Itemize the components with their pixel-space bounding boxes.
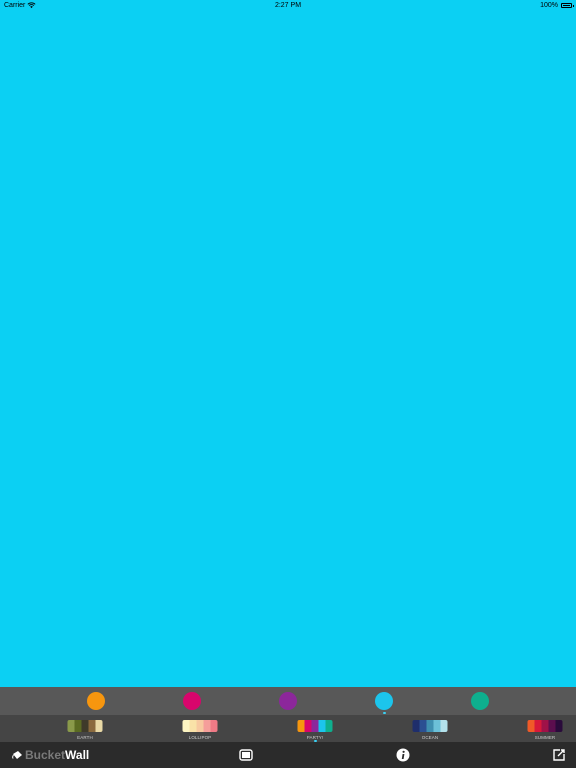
info-icon[interactable]	[395, 747, 411, 763]
preview-device-icon[interactable]	[238, 747, 254, 763]
palette-ocean[interactable]: OCEAN	[400, 715, 460, 742]
palette-picker-row: EARTH LOLLIPOP PARTY! OCEAN SUMMER	[0, 715, 576, 742]
palette-party[interactable]: PARTY!	[285, 715, 345, 742]
color-swatch-orange[interactable]	[87, 692, 105, 710]
wallpaper-canvas[interactable]	[0, 0, 576, 768]
palette-label: SUMMER	[534, 735, 556, 740]
palette-summer[interactable]: SUMMER	[515, 715, 575, 742]
palette-label: OCEAN	[421, 735, 439, 740]
bottom-toolbar: Bucket Wall	[0, 742, 576, 768]
palette-strip	[67, 720, 103, 732]
battery-icon	[561, 3, 574, 8]
color-swatch-magenta[interactable]	[183, 692, 201, 710]
palette-earth[interactable]: EARTH	[55, 715, 115, 742]
palette-label: EARTH	[77, 735, 93, 740]
share-icon[interactable]	[551, 747, 567, 763]
app-logo: Bucket Wall	[12, 748, 89, 762]
palette-strip	[182, 720, 218, 732]
palette-lollipop[interactable]: LOLLIPOP	[170, 715, 230, 742]
clock: 2:27 PM	[274, 2, 302, 9]
color-swatch-teal[interactable]	[471, 692, 489, 710]
palette-label: LOLLIPOP	[188, 735, 212, 740]
palette-strip	[527, 720, 563, 732]
color-swatch-sky-blue[interactable]	[375, 692, 393, 710]
selected-color-indicator	[382, 712, 386, 714]
color-swatch-purple[interactable]	[279, 692, 297, 710]
logo-text-bucket: Bucket	[25, 748, 66, 762]
color-picker-row	[0, 687, 576, 715]
logo-text-wall: Wall	[65, 748, 90, 762]
palette-strip	[412, 720, 448, 732]
bucket-icon	[12, 751, 22, 759]
battery-percentage: 100%	[540, 2, 558, 9]
palette-strip	[297, 720, 333, 732]
status-bar: Carrier 2:27 PM 100%	[0, 0, 576, 12]
